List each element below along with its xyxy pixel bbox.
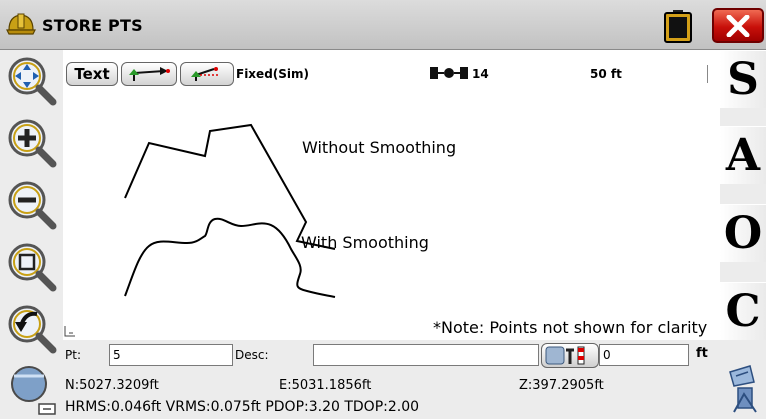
battery-icon [664,10,692,43]
elevation-value: Z:397.2905ft [519,378,604,393]
map-note: *Note: Points not shown for clarity [433,318,708,337]
title-bar: STORE PTS [0,0,766,50]
offset-button[interactable]: O [720,204,766,262]
accuracy-readout: HRMS:0.046ft VRMS:0.075ft PDOP:3.20 TDOP… [65,399,420,415]
window-title: STORE PTS [42,16,143,35]
label-with-smoothing: With Smoothing [301,233,429,252]
zoom-in-icon[interactable] [5,116,59,168]
zoom-previous-icon[interactable] [5,302,59,354]
store-button[interactable]: S [720,50,766,108]
hard-hat-icon [6,13,36,35]
description-field[interactable] [313,344,539,366]
linework [124,123,336,298]
coordinates-panel: N:5027.3209ft E:5031.1856ft Z:397.2905ft… [63,370,720,419]
zoom-out-icon[interactable] [5,178,59,230]
axis-icon [64,326,75,337]
close-x-icon [726,14,750,37]
point-entry-row: Pt: 5 Desc: 0 ft [63,340,720,370]
label-without-smoothing: Without Smoothing [302,138,457,157]
continuous-button[interactable]: C [720,282,766,340]
map-view[interactable]: Text Fixed(Sim) 14 50 ft Without Smoothi… [63,50,720,340]
unit-label: ft [696,346,708,361]
left-toolbar [0,50,63,419]
right-toolbar: S A O C [720,50,766,419]
pan-zoom-icon[interactable] [5,54,59,106]
average-button[interactable]: A [720,126,766,184]
close-button[interactable] [712,8,764,43]
smoothed-line [124,217,336,298]
rod-height-field[interactable]: 0 [599,344,689,366]
easting-value: E:5031.1856ft [279,378,372,393]
rod-height-button[interactable] [541,343,599,368]
pt-label: Pt: [65,348,81,362]
zoom-extents-icon[interactable] [5,240,59,292]
zoom-window-icon[interactable] [5,364,59,416]
survey-tools-icon[interactable] [724,362,762,414]
desc-label: Desc: [235,348,269,362]
northing-value: N:5027.3209ft [65,378,159,393]
rod-icon [545,346,585,365]
point-number-field[interactable]: 5 [109,344,233,366]
